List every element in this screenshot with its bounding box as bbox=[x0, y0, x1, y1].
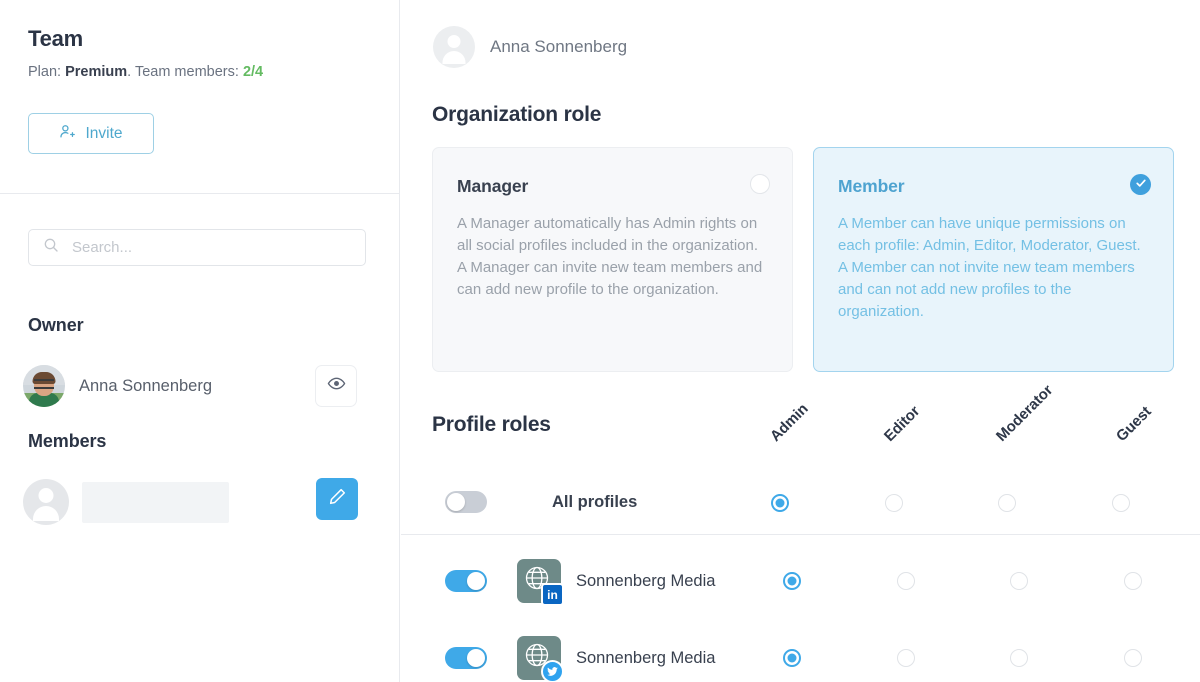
search-icon bbox=[43, 237, 59, 258]
table-row-divider bbox=[401, 534, 1200, 535]
table-row-profile-linkedin: in Sonnenberg Media bbox=[401, 550, 1200, 612]
member-avatar-icon bbox=[23, 479, 69, 525]
search-input[interactable] bbox=[70, 238, 334, 257]
radio-all-profiles-editor[interactable] bbox=[885, 494, 903, 512]
pencil-icon bbox=[328, 487, 347, 511]
radio-linkedin-admin[interactable] bbox=[783, 572, 801, 590]
row-label-all-profiles: All profiles bbox=[552, 493, 638, 511]
plan-members-label: . Team members: bbox=[127, 64, 243, 80]
row-label-profile-linkedin: Sonnenberg Media bbox=[576, 572, 716, 590]
eye-icon bbox=[327, 374, 346, 398]
radio-twitter-editor[interactable] bbox=[897, 649, 915, 667]
organization-role-heading: Organization role bbox=[432, 103, 602, 126]
column-header-guest: Guest bbox=[1112, 403, 1155, 445]
owner-name: Anna Sonnenberg bbox=[79, 376, 213, 395]
radio-all-profiles-admin[interactable] bbox=[771, 494, 789, 512]
table-row-all-profiles: All profiles bbox=[401, 472, 1200, 534]
profile-roles-heading: Profile roles bbox=[432, 413, 551, 436]
search-field-wrapper[interactable] bbox=[28, 229, 366, 266]
radio-twitter-moderator[interactable] bbox=[1010, 649, 1028, 667]
owner-section-heading: Owner bbox=[28, 315, 84, 335]
toggle-all-profiles[interactable] bbox=[445, 491, 487, 513]
row-label-profile-twitter: Sonnenberg Media bbox=[576, 649, 716, 667]
radio-twitter-admin[interactable] bbox=[783, 649, 801, 667]
check-icon bbox=[1135, 176, 1147, 194]
edit-member-button[interactable] bbox=[316, 478, 358, 520]
radio-linkedin-guest[interactable] bbox=[1124, 572, 1142, 590]
members-section-heading: Members bbox=[28, 431, 107, 451]
radio-all-profiles-guest[interactable] bbox=[1112, 494, 1130, 512]
selected-user-name: Anna Sonnenberg bbox=[490, 37, 628, 56]
role-radio-manager[interactable] bbox=[750, 174, 770, 194]
selected-user-header: Anna Sonnenberg bbox=[433, 26, 627, 68]
sidebar-divider bbox=[0, 193, 400, 194]
role-card-member-title: Member bbox=[838, 176, 905, 196]
team-settings-screen: Team Plan: Premium. Team members: 2/4 In… bbox=[0, 0, 1200, 682]
column-header-admin: Admin bbox=[766, 400, 812, 445]
invite-button-label: Invite bbox=[85, 124, 123, 142]
toggle-profile-twitter[interactable] bbox=[445, 647, 487, 669]
role-card-member-description: A Member can have unique permissions on … bbox=[838, 215, 1141, 321]
plan-summary: Plan: Premium. Team members: 2/4 bbox=[28, 64, 263, 80]
role-card-member[interactable]: Member A Member can have unique permissi… bbox=[813, 147, 1174, 372]
member-detail-panel: Anna Sonnenberg Organization role Manage… bbox=[401, 0, 1200, 682]
plan-prefix-label: Plan: bbox=[28, 64, 66, 80]
role-card-manager[interactable]: Manager A Manager automatically has Admi… bbox=[432, 147, 793, 372]
linkedin-badge-icon: in bbox=[541, 583, 564, 606]
column-header-moderator: Moderator bbox=[992, 381, 1057, 445]
invite-button[interactable]: Invite bbox=[28, 113, 154, 154]
role-card-manager-title: Manager bbox=[457, 176, 529, 196]
twitter-badge-icon bbox=[541, 660, 564, 682]
profile-avatar-linkedin: in bbox=[517, 559, 564, 606]
table-row-profile-twitter: Sonnenberg Media bbox=[401, 627, 1200, 682]
team-members-count: 2/4 bbox=[242, 64, 264, 80]
user-plus-icon bbox=[59, 123, 76, 145]
owner-avatar bbox=[23, 365, 65, 407]
radio-all-profiles-moderator[interactable] bbox=[998, 494, 1016, 512]
radio-linkedin-editor[interactable] bbox=[897, 572, 915, 590]
member-name-redacted bbox=[82, 481, 229, 523]
view-owner-button[interactable] bbox=[315, 365, 357, 407]
user-avatar-icon bbox=[433, 26, 475, 68]
radio-twitter-guest[interactable] bbox=[1124, 649, 1142, 667]
profile-avatar-twitter bbox=[517, 636, 564, 682]
toggle-profile-linkedin[interactable] bbox=[445, 570, 487, 592]
radio-linkedin-moderator[interactable] bbox=[1010, 572, 1028, 590]
column-header-editor: Editor bbox=[880, 402, 924, 445]
role-radio-member-checked[interactable] bbox=[1130, 174, 1151, 195]
role-card-manager-description: A Manager automatically has Admin rights… bbox=[457, 215, 763, 299]
page-title: Team bbox=[28, 26, 84, 51]
plan-name-value: Premium bbox=[65, 64, 128, 80]
team-sidebar: Team Plan: Premium. Team members: 2/4 In… bbox=[0, 0, 400, 682]
